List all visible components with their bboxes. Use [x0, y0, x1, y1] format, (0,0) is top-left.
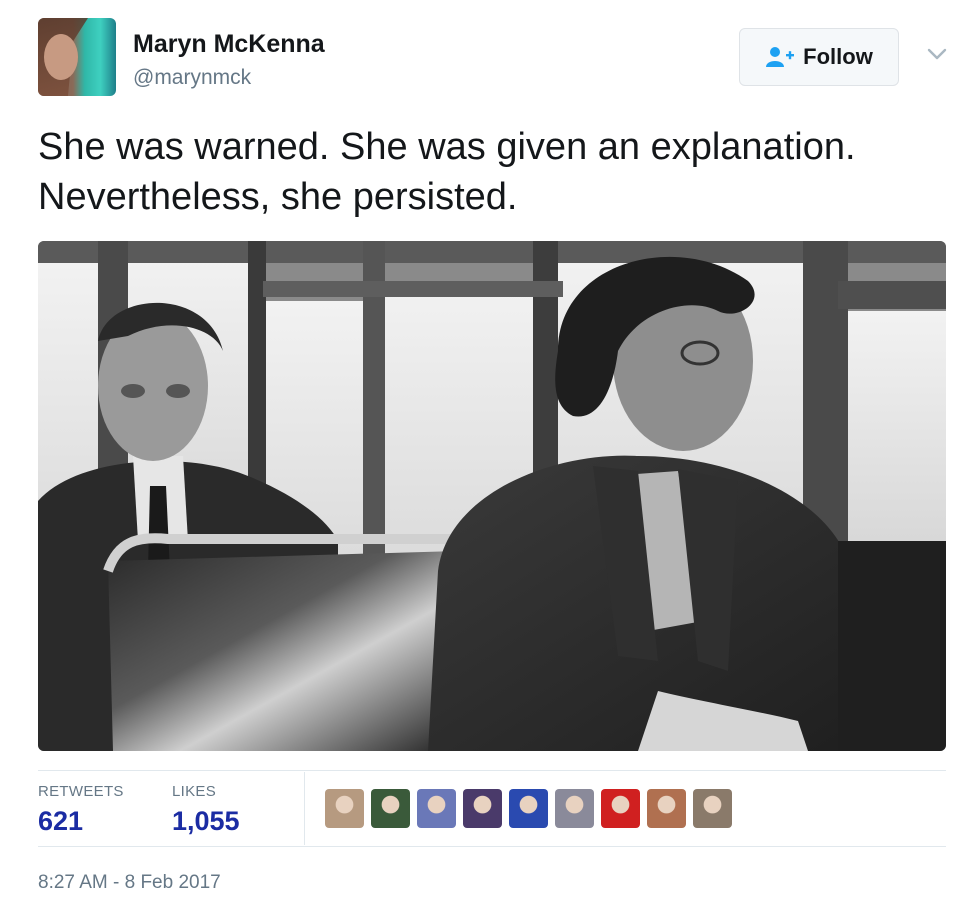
- avatar-face: [44, 34, 78, 80]
- tweet-text-line-1: She was warned. She was given an explana…: [38, 126, 856, 168]
- bus-photo-illustration: [38, 241, 946, 751]
- liker-avatar-1[interactable]: [325, 789, 364, 828]
- stats-divider-bottom: [38, 846, 946, 847]
- liker-avatar-2[interactable]: [371, 789, 410, 828]
- retweets-label: RETWEETS: [38, 783, 124, 800]
- liker-avatar-6[interactable]: [555, 789, 594, 828]
- likes-count[interactable]: 1,055: [172, 806, 240, 837]
- stats-separator: [304, 772, 305, 845]
- stats-divider-top: [38, 770, 946, 771]
- tweet-timestamp[interactable]: 8:27 AM - 8 Feb 2017: [38, 872, 221, 894]
- author-name[interactable]: Maryn McKenna: [133, 30, 325, 59]
- tweet-photo[interactable]: [38, 241, 946, 751]
- liker-avatar-4[interactable]: [463, 789, 502, 828]
- tweet-text: She was warned. She was given an explana…: [38, 122, 958, 222]
- add-user-icon: [766, 47, 795, 67]
- chevron-down-icon[interactable]: [924, 44, 950, 64]
- author-avatar[interactable]: [38, 18, 116, 96]
- follow-label: Follow: [803, 44, 873, 69]
- liker-avatar-3[interactable]: [417, 789, 456, 828]
- liker-avatar-8[interactable]: [647, 789, 686, 828]
- author-handle[interactable]: @marynmck: [133, 66, 251, 90]
- liker-avatars: [325, 789, 732, 828]
- liker-avatar-9[interactable]: [693, 789, 732, 828]
- liker-avatar-5[interactable]: [509, 789, 548, 828]
- likes-label: LIKES: [172, 783, 217, 800]
- liker-avatar-7[interactable]: [601, 789, 640, 828]
- follow-button[interactable]: Follow: [739, 28, 899, 86]
- tweet-text-line-2: Nevertheless, she persisted.: [38, 176, 518, 218]
- retweets-count[interactable]: 621: [38, 806, 83, 837]
